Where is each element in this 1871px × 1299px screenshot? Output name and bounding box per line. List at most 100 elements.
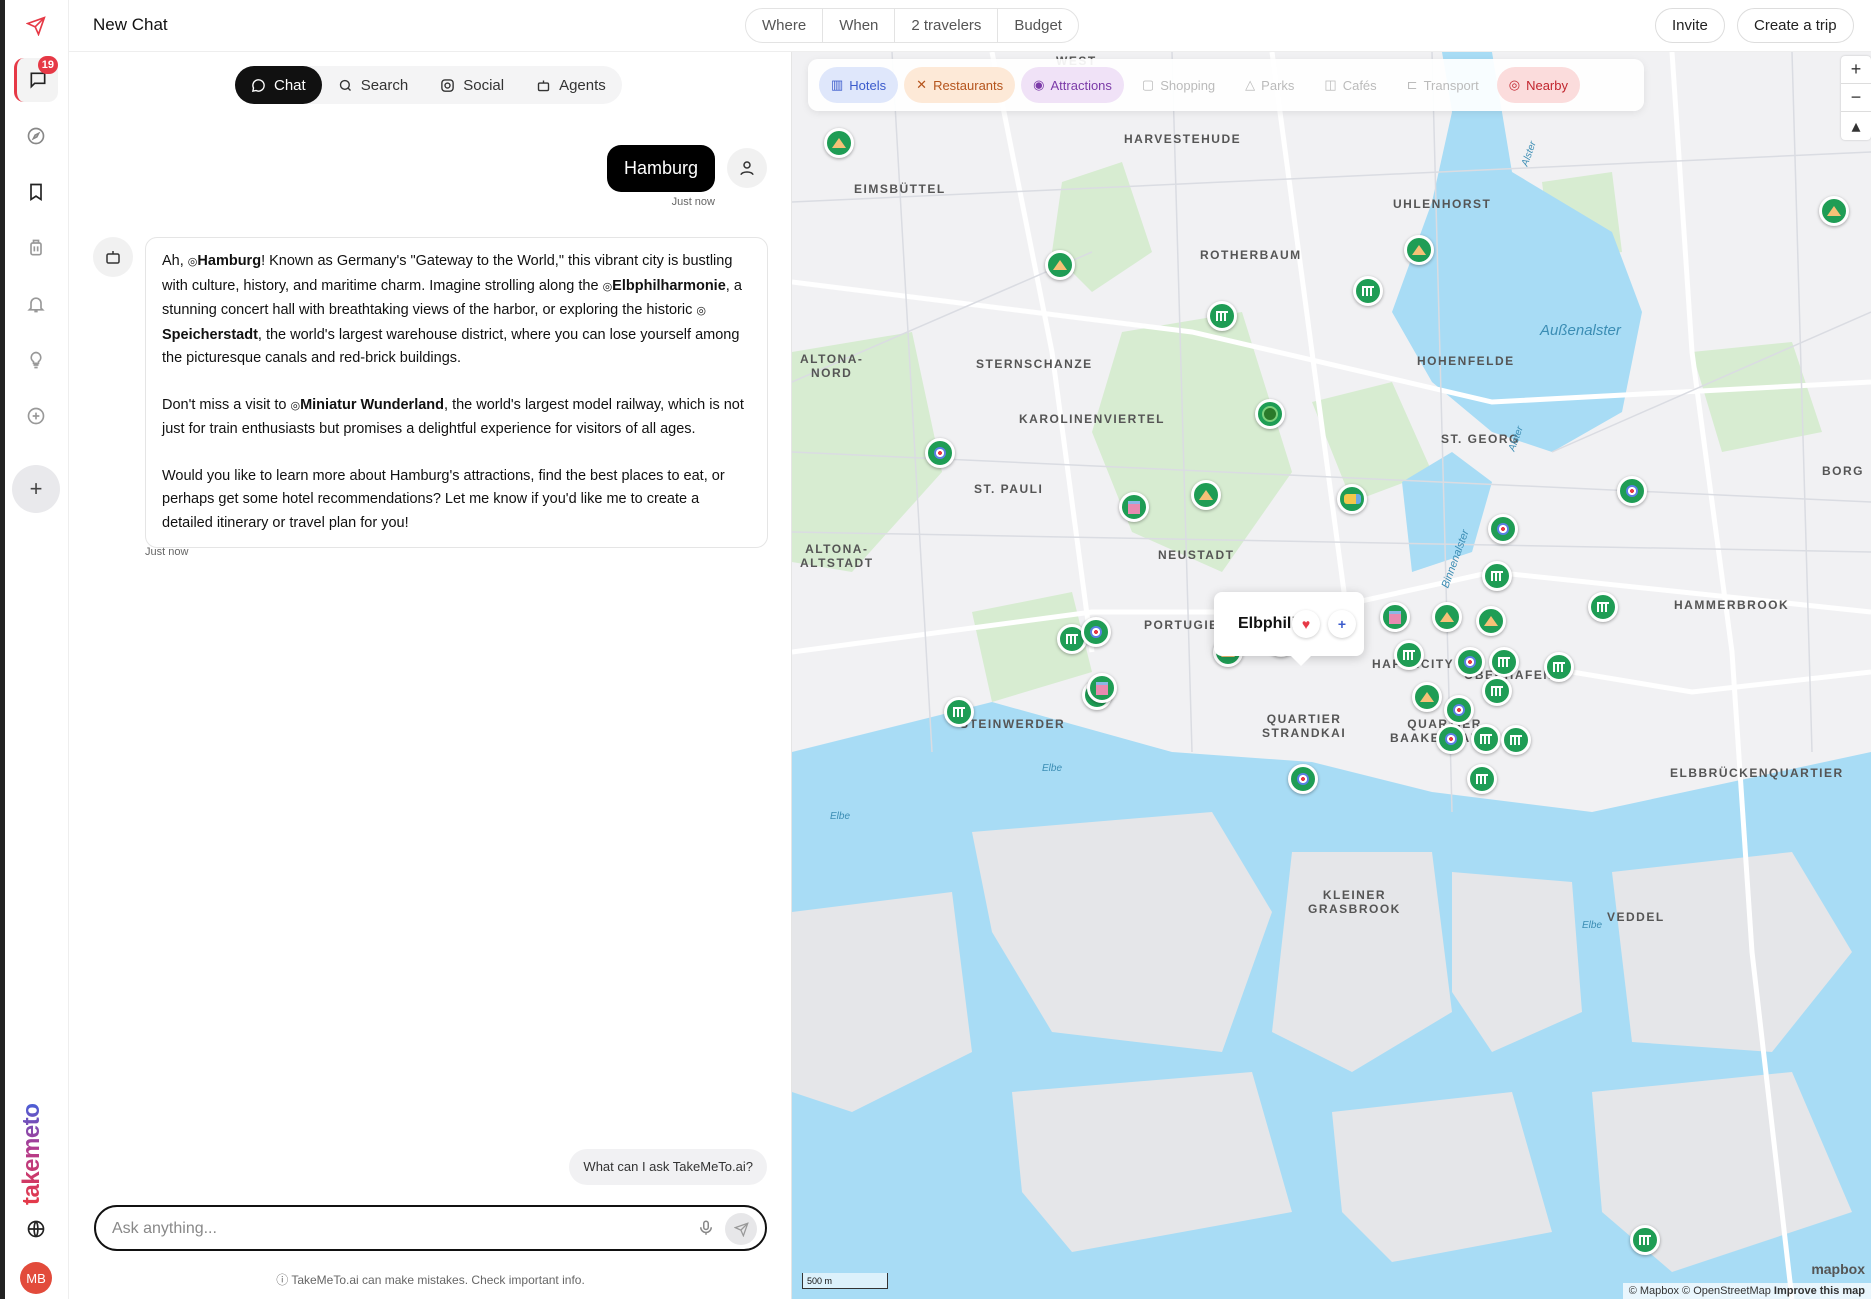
map-marker-target-icon[interactable]	[1436, 724, 1466, 754]
microphone-icon[interactable]	[697, 1219, 715, 1242]
location-pin-icon: ◎	[602, 280, 613, 293]
category-cafs[interactable]: ◫ Cafés	[1312, 67, 1388, 103]
map-marker-tent-icon[interactable]	[1191, 480, 1221, 510]
map-marker-museum-icon[interactable]	[1544, 652, 1574, 682]
map-marker-tent-icon[interactable]	[1432, 602, 1462, 632]
map-marker-museum-icon[interactable]	[1501, 725, 1531, 755]
notifications-nav-button[interactable]	[14, 282, 58, 326]
place-popup[interactable]: Elbphilie ♥ +	[1214, 592, 1364, 666]
map-marker-tent-icon[interactable]	[1404, 235, 1434, 265]
map-marker-target-icon[interactable]	[1455, 647, 1485, 677]
category-restaurants[interactable]: ✕ Restaurants	[904, 67, 1016, 103]
map-marker-museum-icon[interactable]	[944, 697, 974, 727]
explore-nav-button[interactable]	[14, 114, 58, 158]
map-marker-target-icon[interactable]	[1288, 764, 1318, 794]
language-button[interactable]	[14, 1207, 58, 1251]
car-icon: ⊏	[1406, 77, 1418, 92]
trip-filters: Where When 2 travelers Budget	[745, 8, 1079, 43]
map-marker-museum-icon[interactable]	[1489, 647, 1519, 677]
new-chat-button[interactable]: +	[12, 465, 60, 513]
add-nav-button[interactable]	[14, 394, 58, 438]
category-shopping[interactable]: ▢ Shopping	[1130, 67, 1227, 103]
top-header: New Chat Where When 2 travelers Budget I…	[69, 0, 1871, 52]
map-marker-bldg-icon[interactable]	[1380, 602, 1410, 632]
map-marker-target-icon[interactable]	[1081, 617, 1111, 647]
map-marker-museum-icon[interactable]	[1482, 561, 1512, 591]
chat-nav-button[interactable]: 19	[14, 56, 58, 102]
filter-travelers[interactable]: 2 travelers	[895, 9, 999, 42]
map-marker-museum-icon[interactable]	[1394, 640, 1424, 670]
map-place-label: VEDDEL	[1607, 910, 1665, 924]
map-marker-tent-icon[interactable]	[1819, 196, 1849, 226]
chat-input[interactable]: Ask anything...	[94, 1205, 767, 1251]
favorite-heart-button[interactable]: ♥	[1292, 610, 1320, 638]
ideas-nav-button[interactable]	[14, 338, 58, 382]
filter-when[interactable]: When	[823, 9, 896, 42]
map-water-label: Elbe	[1582, 920, 1603, 931]
map-marker-museum-icon[interactable]	[1588, 592, 1618, 622]
cutlery-icon: ✕	[916, 77, 928, 92]
assistant-paragraph: Would you like to learn more about Hambu…	[162, 465, 751, 536]
place-link[interactable]: Miniatur Wunderland	[300, 397, 444, 413]
map-marker-tent-icon[interactable]	[1476, 606, 1506, 636]
user-avatar[interactable]: MB	[20, 1262, 52, 1294]
map-marker-museum-icon[interactable]	[1630, 1225, 1660, 1255]
filter-budget[interactable]: Budget	[998, 9, 1078, 42]
improve-map-link[interactable]: Improve this map	[1774, 1285, 1865, 1297]
map-marker-museum-icon[interactable]	[1471, 724, 1501, 754]
map-marker-bldg-icon[interactable]	[1119, 492, 1149, 522]
assistant-message: Ah, ◎ Hamburg! Known as Germany's "Gatew…	[145, 237, 768, 548]
assistant-avatar-icon	[93, 237, 133, 277]
place-link[interactable]: Hamburg	[197, 253, 261, 269]
invite-button[interactable]: Invite	[1655, 8, 1725, 43]
map-marker-museum-icon[interactable]	[1467, 764, 1497, 794]
user-message-time: Just now	[671, 196, 715, 208]
filter-where[interactable]: Where	[746, 9, 824, 42]
map-marker-target-icon[interactable]	[925, 438, 955, 468]
map-marker-target-icon[interactable]	[1488, 514, 1518, 544]
map-place-label: STEINWERDER	[960, 717, 1066, 731]
send-logo-icon[interactable]	[14, 4, 58, 48]
map-marker-museum-icon[interactable]	[1482, 676, 1512, 706]
map-place-label: EIMSBÜTTEL	[854, 182, 946, 196]
map-place-label: ST. PAULI	[974, 482, 1044, 496]
zoom-out-button[interactable]: −	[1841, 84, 1871, 112]
send-button[interactable]	[725, 1213, 757, 1245]
saved-nav-button[interactable]	[14, 170, 58, 214]
map-marker-tent-icon[interactable]	[1412, 682, 1442, 712]
map-attribution: © Mapbox © OpenStreetMap Improve this ma…	[1622, 1283, 1871, 1299]
category-parks[interactable]: △ Parks	[1233, 67, 1306, 103]
suggestion-chip[interactable]: What can I ask TakeMeTo.ai?	[569, 1149, 767, 1185]
zoom-in-button[interactable]: +	[1841, 56, 1871, 84]
map-marker-tree-icon[interactable]	[1255, 399, 1285, 429]
map-marker-target-icon[interactable]	[1617, 476, 1647, 506]
lightbulb-icon	[30, 351, 42, 369]
trips-nav-button[interactable]	[14, 226, 58, 270]
plus-icon: +	[1337, 616, 1347, 632]
map-view[interactable]: WESTHARVESTEHUDEEIMSBÜTTELROTHERBAUMUHLE…	[792, 52, 1871, 1299]
category-transport[interactable]: ⊏ Transport	[1395, 67, 1491, 103]
map-place-label: HAMMERBROOK	[1674, 598, 1790, 612]
create-trip-button[interactable]: Create a trip	[1737, 8, 1854, 43]
map-water-label: Elbe	[830, 811, 851, 822]
category-nearby[interactable]: ◎ Nearby	[1496, 67, 1580, 103]
map-marker-target-icon[interactable]	[1444, 695, 1474, 725]
map-marker-museum-icon[interactable]	[1353, 276, 1383, 306]
map-marker-bldg-icon[interactable]	[1087, 673, 1117, 703]
map-marker-tent-icon[interactable]	[824, 128, 854, 158]
category-hotels[interactable]: ▥ Hotels	[819, 67, 899, 103]
bookmark-icon	[30, 183, 42, 202]
map-marker-mask-icon[interactable]	[1337, 484, 1367, 514]
compass-reset-button[interactable]: ▴	[1841, 112, 1871, 140]
map-place-label: KLEINER GRASBROOK	[1308, 888, 1401, 916]
app-root: 19 + takemeto MB New Chat Where When 2 t…	[0, 0, 1871, 1299]
place-link[interactable]: Elbphilharmonie	[612, 278, 726, 294]
attribution-text[interactable]: © Mapbox © OpenStreetMap	[1629, 1285, 1771, 1297]
map-marker-museum-icon[interactable]	[1207, 301, 1237, 331]
luggage-icon	[30, 239, 42, 256]
category-attractions[interactable]: ◉ Attractions	[1021, 67, 1124, 103]
location-pin-icon: ◎	[696, 305, 706, 317]
place-link[interactable]: Speicherstadt	[162, 327, 258, 343]
map-marker-tent-icon[interactable]	[1045, 250, 1075, 280]
add-to-trip-button[interactable]: +	[1328, 610, 1356, 638]
